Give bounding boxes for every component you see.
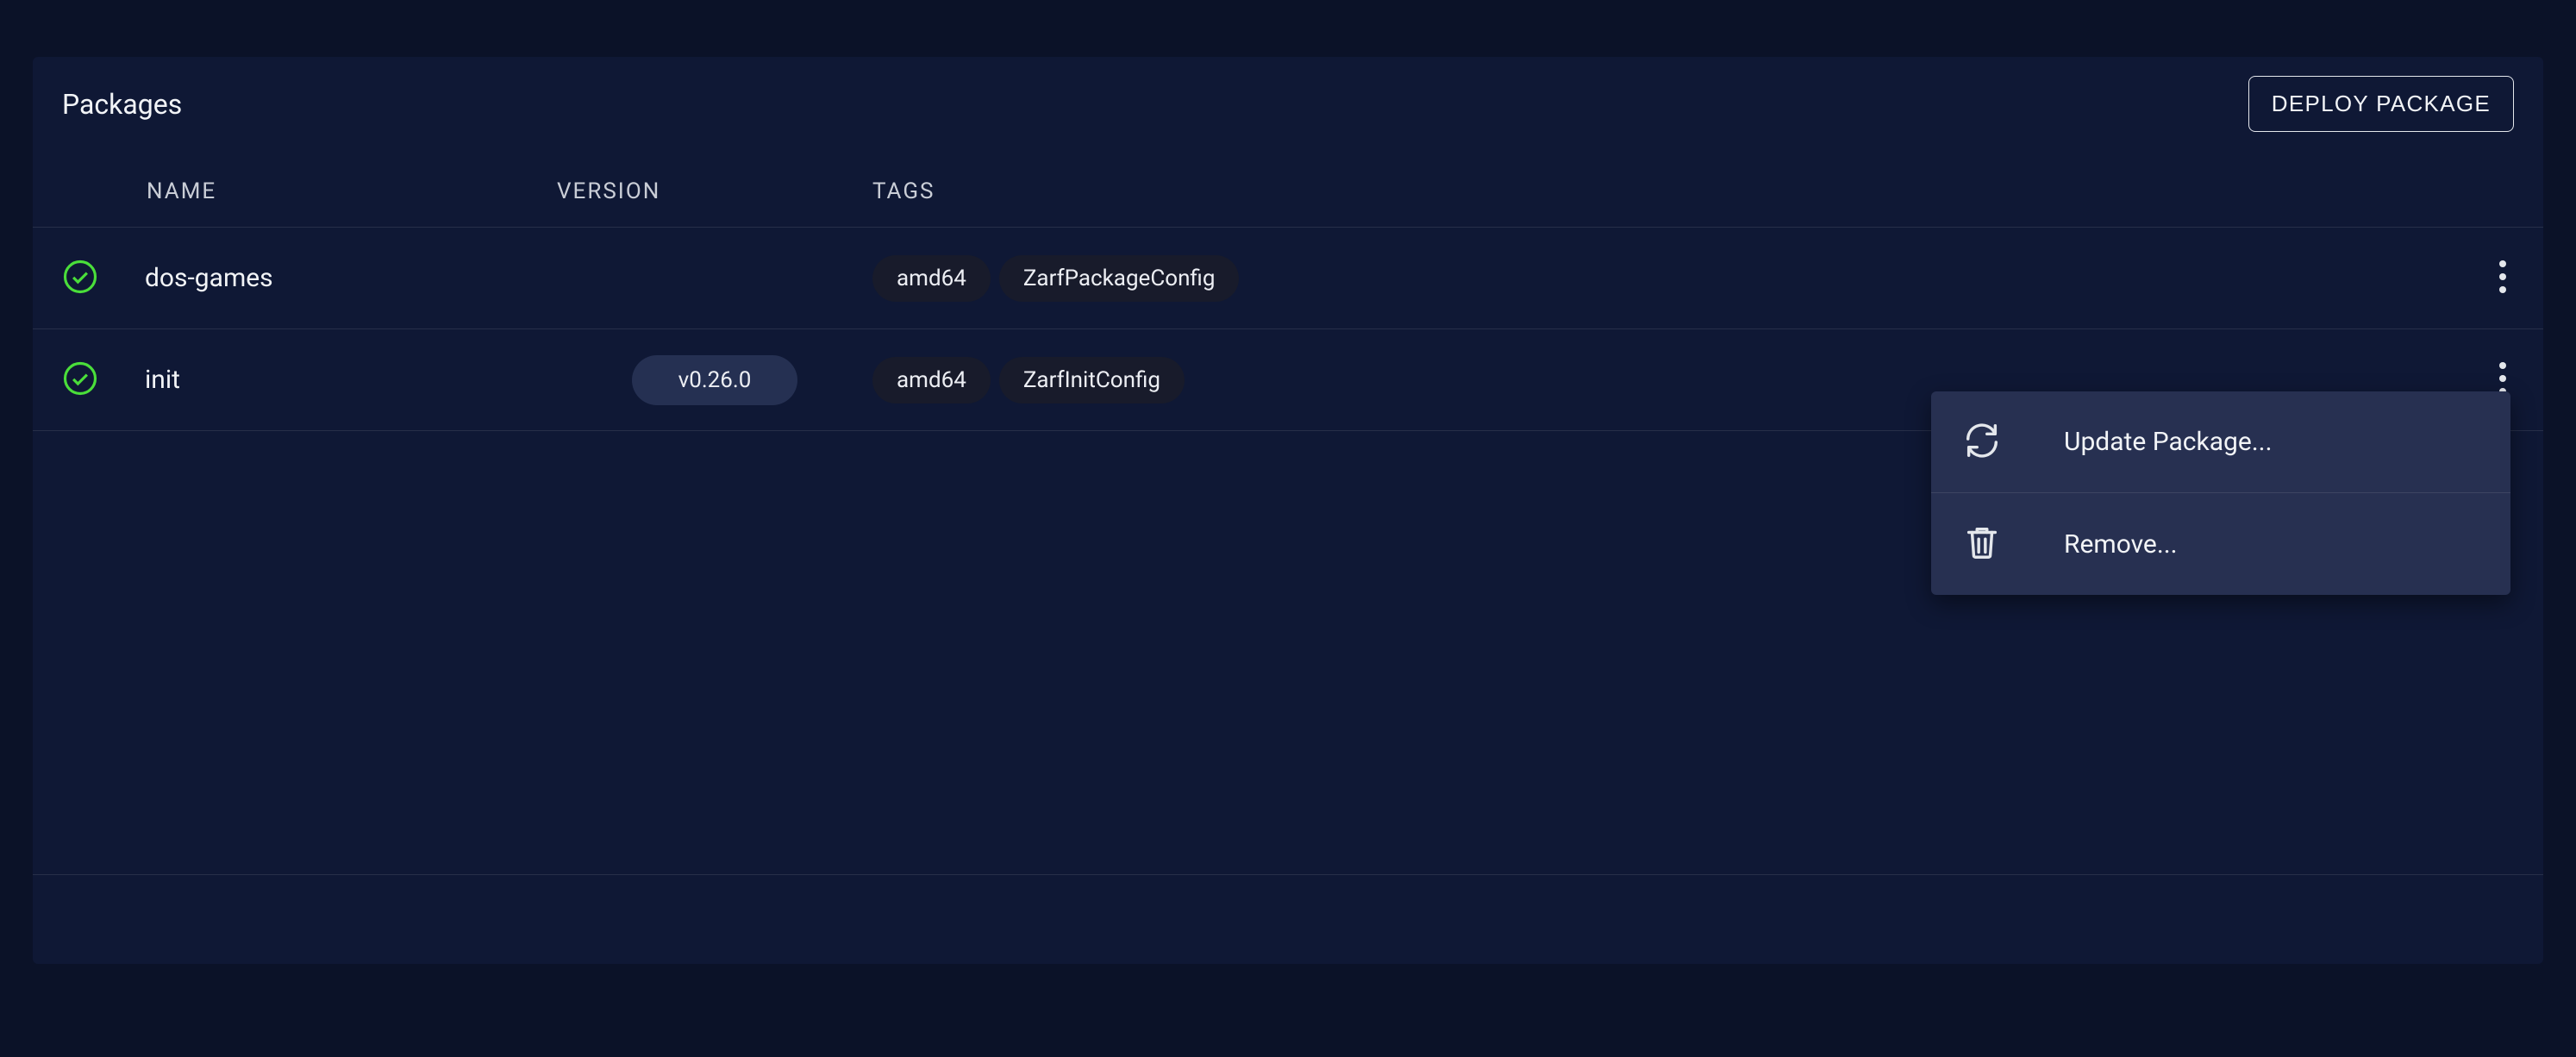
refresh-icon <box>1962 421 2002 464</box>
tag: amd64 <box>872 357 991 403</box>
panel-title: Packages <box>62 88 182 121</box>
trash-icon <box>1962 522 2002 566</box>
menu-item-label: Update Package... <box>2064 427 2273 457</box>
kebab-icon <box>2498 284 2507 297</box>
status-cell <box>33 259 145 298</box>
version-cell: v0.26.0 <box>557 355 872 405</box>
tags-cell: amd64 ZarfPackageConfig <box>872 255 2474 302</box>
panel-footer <box>33 874 2543 964</box>
col-header-version: VERSION <box>557 178 872 204</box>
status-cell <box>33 360 145 400</box>
col-header-tags: TAGS <box>872 178 2474 204</box>
row-actions-button[interactable] <box>2488 253 2517 303</box>
table-header: NAME VERSION TAGS <box>33 151 2543 228</box>
check-circle-icon <box>62 360 98 400</box>
version-pill: v0.26.0 <box>632 355 798 405</box>
check-circle-icon <box>62 259 98 298</box>
menu-item-label: Remove... <box>2064 529 2178 560</box>
panel-header: Packages DEPLOY PACKAGE <box>33 57 2543 151</box>
packages-panel: Packages DEPLOY PACKAGE NAME VERSION TAG… <box>33 57 2543 964</box>
table-row[interactable]: dos-games amd64 ZarfPackageConfig <box>33 228 2543 329</box>
package-name: dos-games <box>145 263 557 293</box>
col-header-name: NAME <box>91 178 557 204</box>
tag: amd64 <box>872 255 991 302</box>
menu-item-remove[interactable]: Remove... <box>1931 493 2510 595</box>
menu-item-update-package[interactable]: Update Package... <box>1931 391 2510 493</box>
tag: ZarfInitConfig <box>999 357 1185 403</box>
deploy-package-button[interactable]: DEPLOY PACKAGE <box>2248 76 2514 132</box>
package-name: init <box>145 365 557 395</box>
tag: ZarfPackageConfig <box>999 255 1240 302</box>
row-context-menu: Update Package... Remove... <box>1931 391 2510 595</box>
